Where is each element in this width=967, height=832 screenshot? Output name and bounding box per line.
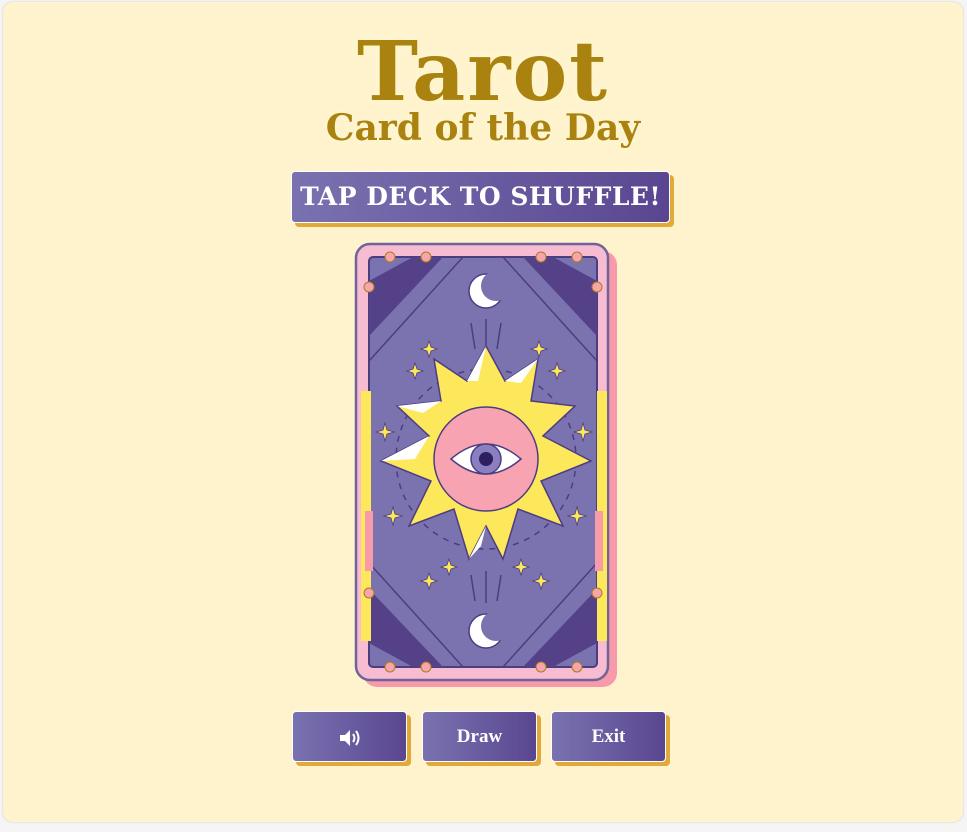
card-back-icon bbox=[354, 242, 617, 687]
game-title: Tarot Card of the Day bbox=[3, 30, 963, 148]
exit-button[interactable]: Exit bbox=[551, 711, 666, 762]
speaker-volume-icon bbox=[339, 729, 359, 746]
shuffle-banner[interactable]: TAP DECK TO SHUFFLE! bbox=[291, 171, 670, 223]
draw-button[interactable]: Draw bbox=[422, 711, 537, 762]
sound-toggle-button[interactable] bbox=[292, 711, 407, 762]
tarot-deck[interactable] bbox=[353, 241, 619, 689]
title-subtitle: Card of the Day bbox=[325, 107, 641, 149]
title-main: Tarot bbox=[356, 24, 610, 120]
